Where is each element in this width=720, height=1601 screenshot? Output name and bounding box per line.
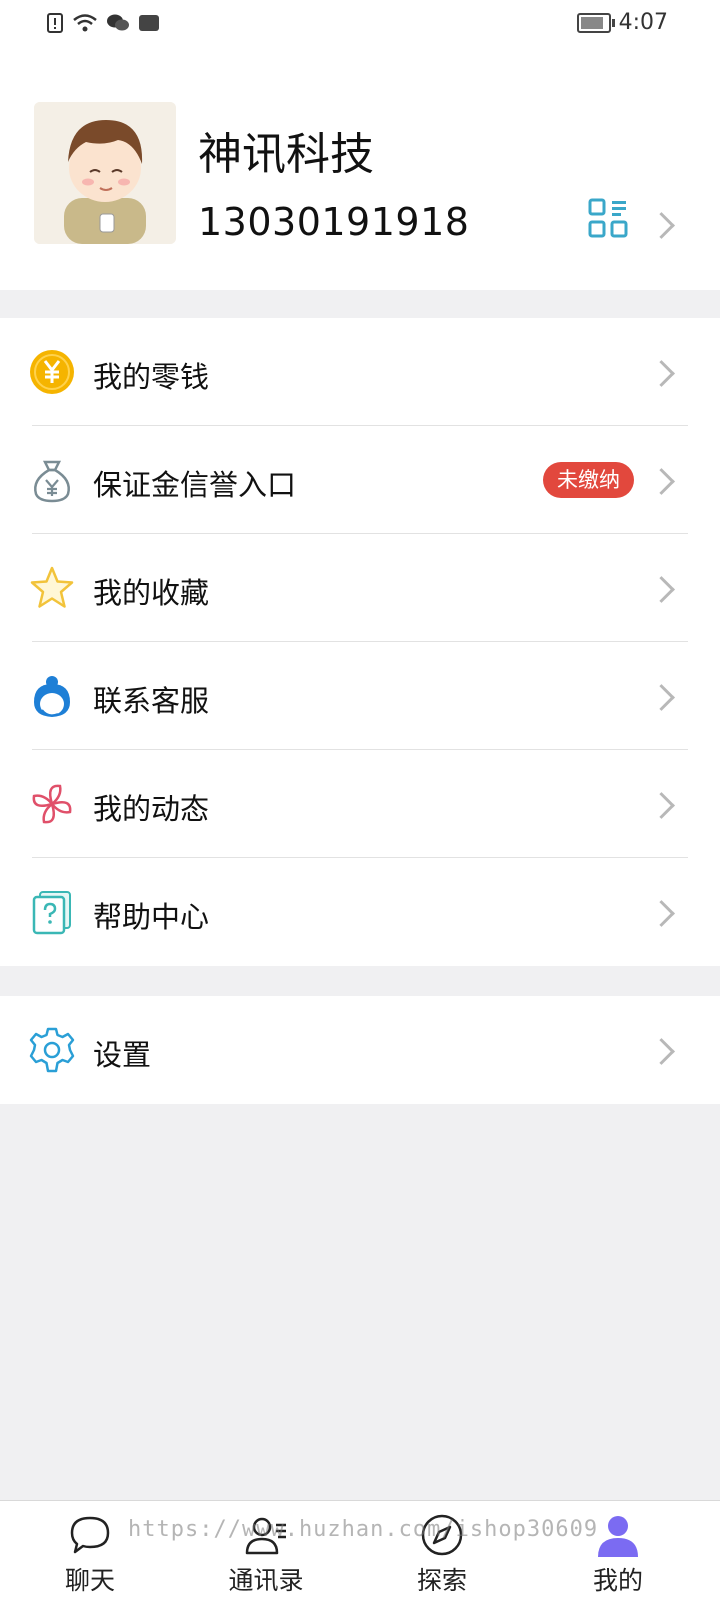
bottom-tab-bar: 聊天 通讯录 探索 我的 https://www.huzhan.com/isho…: [0, 1500, 720, 1601]
wallet-yen-icon: [30, 350, 74, 394]
chevron-right-icon: [648, 1038, 675, 1065]
menu-group-settings: 设置: [0, 996, 720, 1104]
help-doc-icon: [32, 891, 71, 935]
menu-item-moments[interactable]: 我的动态: [0, 750, 720, 858]
pinwheel-icon: [32, 784, 72, 824]
chevron-right-icon: [648, 360, 675, 387]
chevron-right-icon: [648, 576, 675, 603]
chevron-right-icon: [648, 212, 675, 239]
profile-header[interactable]: 神讯科技 13030191918: [0, 50, 720, 290]
cartoon-boy-avatar: [34, 102, 176, 244]
tab-contacts[interactable]: 通讯录: [196, 1501, 336, 1601]
avatar[interactable]: [34, 102, 176, 244]
menu-item-help-center[interactable]: 帮助中心: [0, 858, 720, 966]
chevron-right-icon: [648, 468, 675, 495]
status-icons-left: [46, 12, 160, 34]
tab-me[interactable]: 我的: [548, 1501, 688, 1601]
menu-item-settings[interactable]: 设置: [0, 996, 720, 1104]
wifi-icon: [73, 14, 97, 32]
menu-item-label: 保证金信誉入口: [93, 468, 297, 502]
menu-item-label: 我的收藏: [93, 576, 210, 610]
menu-item-label: 我的零钱: [93, 360, 210, 394]
status-badge: 未缴纳: [543, 462, 634, 498]
menu-item-label: 我的动态: [93, 792, 210, 826]
tab-label: 我的: [592, 1566, 643, 1595]
chevron-right-icon: [648, 684, 675, 711]
menu-group-main: 我的零钱 保证金信誉入口 未缴纳 我的收藏 联系客服 我的动态 帮助中心: [0, 318, 720, 966]
status-time: 4:07: [618, 10, 668, 35]
alert-icon: [47, 13, 63, 33]
tab-label: 聊天: [64, 1566, 115, 1595]
tab-label: 探索: [416, 1566, 467, 1595]
battery-icon: [576, 12, 615, 33]
menu-item-label: 联系客服: [93, 684, 210, 718]
status-bar: 4:07: [0, 0, 720, 50]
menu-item-deposit[interactable]: 保证金信誉入口 未缴纳: [0, 426, 720, 534]
menu-item-wallet[interactable]: 我的零钱: [0, 318, 720, 426]
profile-name: 神讯科技: [198, 129, 374, 180]
money-bag-icon: [34, 460, 70, 503]
gear-icon: [29, 1027, 75, 1073]
chat-bubble-icon: [70, 1516, 110, 1554]
menu-item-favorites[interactable]: 我的收藏: [0, 534, 720, 642]
menu-item-customer-service[interactable]: 联系客服: [0, 642, 720, 750]
wechat-icon: [107, 14, 129, 31]
watermark: https://www.huzhan.com/ishop30609: [128, 1517, 599, 1542]
tab-label: 通讯录: [228, 1566, 304, 1595]
chevron-right-icon: [648, 900, 675, 927]
menu-item-label: 帮助中心: [93, 900, 210, 934]
star-icon: [30, 566, 74, 608]
profile-phone: 13030191918: [198, 200, 470, 244]
qr-code-icon[interactable]: [588, 198, 628, 238]
chevron-right-icon: [648, 792, 675, 819]
customer-service-icon: [34, 676, 70, 717]
person-icon: [598, 1516, 638, 1557]
menu-item-label: 设置: [93, 1038, 152, 1072]
status-icons-right: 4:07: [576, 10, 668, 35]
tab-explore[interactable]: 探索: [372, 1501, 512, 1601]
tab-chat[interactable]: 聊天: [20, 1501, 160, 1601]
hms-icon: [139, 15, 159, 31]
